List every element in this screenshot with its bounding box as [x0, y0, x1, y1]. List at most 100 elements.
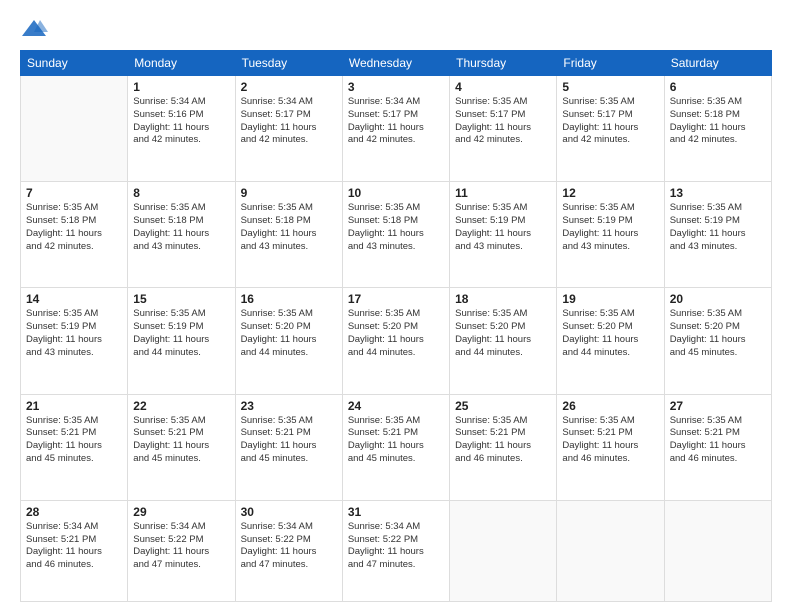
day-number: 9 — [241, 186, 337, 200]
day-cell — [664, 500, 771, 601]
day-number: 25 — [455, 399, 551, 413]
day-number: 18 — [455, 292, 551, 306]
day-info: Sunrise: 5:35 AMSunset: 5:19 PMDaylight:… — [133, 308, 229, 359]
day-info: Sunrise: 5:35 AMSunset: 5:18 PMDaylight:… — [133, 202, 229, 253]
day-info: Sunrise: 5:35 AMSunset: 5:21 PMDaylight:… — [455, 415, 551, 466]
day-cell: 10Sunrise: 5:35 AMSunset: 5:18 PMDayligh… — [342, 182, 449, 288]
day-cell: 31 Sunrise: 5:34 AMSunset: 5:22 PMDayligh… — [342, 500, 449, 601]
day-info: Sunrise: 5:35 AMSunset: 5:18 PMDaylight:… — [26, 202, 122, 253]
day-number: 30 — [241, 505, 337, 519]
week-row-2: 7 Sunrise: 5:35 AMSunset: 5:18 PMDaylight… — [21, 182, 772, 288]
day-cell: 15 Sunrise: 5:35 AMSunset: 5:19 PMDayligh… — [128, 288, 235, 394]
day-info: Sunrise: 5:35 AMSunset: 5:21 PMDaylight:… — [26, 415, 122, 466]
day-info: Sunrise: 5:34 AMSunset: 5:17 PMDaylight:… — [348, 96, 444, 147]
day-number: 24 — [348, 399, 444, 413]
logo-icon — [20, 18, 48, 40]
day-info: Sunrise: 5:35 AMSunset: 5:21 PMDaylight:… — [241, 415, 337, 466]
day-cell: 14 Sunrise: 5:35 AMSunset: 5:19 PMDayligh… — [21, 288, 128, 394]
day-cell: 7 Sunrise: 5:35 AMSunset: 5:18 PMDaylight… — [21, 182, 128, 288]
day-number: 10 — [348, 186, 444, 200]
day-cell: 11 Sunrise: 5:35 AMSunset: 5:19 PMDayligh… — [450, 182, 557, 288]
day-cell: 8 Sunrise: 5:35 AMSunset: 5:18 PMDaylight… — [128, 182, 235, 288]
day-number: 26 — [562, 399, 658, 413]
calendar: SundayMondayTuesdayWednesdayThursdayFrid… — [20, 50, 772, 602]
weekday-header-monday: Monday — [128, 51, 235, 76]
day-number: 14 — [26, 292, 122, 306]
day-number: 13 — [670, 186, 766, 200]
day-cell: 27 Sunrise: 5:35 AMSunset: 5:21 PMDayligh… — [664, 394, 771, 500]
day-number: 8 — [133, 186, 229, 200]
day-cell: 2Sunrise: 5:34 AMSunset: 5:17 PMDaylight… — [235, 76, 342, 182]
day-cell: 18 Sunrise: 5:35 AMSunset: 5:20 PMDayligh… — [450, 288, 557, 394]
day-info: Sunrise: 5:35 AMSunset: 5:19 PMDaylight:… — [455, 202, 551, 253]
day-cell: 22 Sunrise: 5:35 AMSunset: 5:21 PMDayligh… — [128, 394, 235, 500]
day-number: 5 — [562, 80, 658, 94]
day-cell: 3 Sunrise: 5:34 AMSunset: 5:17 PMDaylight… — [342, 76, 449, 182]
day-cell: 17 Sunrise: 5:35 AMSunset: 5:20 PMDayligh… — [342, 288, 449, 394]
day-cell: 24 Sunrise: 5:35 AMSunset: 5:21 PMDayligh… — [342, 394, 449, 500]
day-cell: 20Sunrise: 5:35 AMSunset: 5:20 PMDayligh… — [664, 288, 771, 394]
week-row-4: 21 Sunrise: 5:35 AMSunset: 5:21 PMDayligh… — [21, 394, 772, 500]
weekday-header-tuesday: Tuesday — [235, 51, 342, 76]
day-number: 19 — [562, 292, 658, 306]
day-info: Sunrise: 5:34 AMSunset: 5:21 PMDaylight:… — [26, 521, 122, 572]
week-row-3: 14 Sunrise: 5:35 AMSunset: 5:19 PMDayligh… — [21, 288, 772, 394]
day-cell: 12Sunrise: 5:35 AMSunset: 5:19 PMDayligh… — [557, 182, 664, 288]
day-number: 4 — [455, 80, 551, 94]
day-info: Sunrise: 5:35 AMSunset: 5:18 PMDaylight:… — [670, 96, 766, 147]
day-cell — [557, 500, 664, 601]
day-number: 6 — [670, 80, 766, 94]
day-info: Sunrise: 5:35 AMSunset: 5:20 PMDaylight:… — [670, 308, 766, 359]
day-info: Sunrise: 5:35 AMSunset: 5:20 PMDaylight:… — [241, 308, 337, 359]
day-number: 11 — [455, 186, 551, 200]
weekday-header-row: SundayMondayTuesdayWednesdayThursdayFrid… — [21, 51, 772, 76]
day-info: Sunrise: 5:35 AMSunset: 5:17 PMDaylight:… — [455, 96, 551, 147]
day-number: 29 — [133, 505, 229, 519]
day-number: 16 — [241, 292, 337, 306]
logo-text — [20, 18, 50, 40]
day-number: 7 — [26, 186, 122, 200]
day-cell: 30 Sunrise: 5:34 AMSunset: 5:22 PMDayligh… — [235, 500, 342, 601]
day-number: 1 — [133, 80, 229, 94]
day-cell: 4 Sunrise: 5:35 AMSunset: 5:17 PMDaylight… — [450, 76, 557, 182]
day-info: Sunrise: 5:35 AMSunset: 5:20 PMDaylight:… — [455, 308, 551, 359]
weekday-header-sunday: Sunday — [21, 51, 128, 76]
day-cell: 16 Sunrise: 5:35 AMSunset: 5:20 PMDayligh… — [235, 288, 342, 394]
day-info: Sunrise: 5:34 AMSunset: 5:22 PMDaylight:… — [241, 521, 337, 572]
day-cell: 23 Sunrise: 5:35 AMSunset: 5:21 PMDayligh… — [235, 394, 342, 500]
day-number: 27 — [670, 399, 766, 413]
day-info: Sunrise: 5:35 AMSunset: 5:17 PMDaylight:… — [562, 96, 658, 147]
day-info: Sunrise: 5:34 AMSunset: 5:16 PMDaylight:… — [133, 96, 229, 147]
day-number: 15 — [133, 292, 229, 306]
day-number: 21 — [26, 399, 122, 413]
day-info: Sunrise: 5:35 AMSunset: 5:19 PMDaylight:… — [26, 308, 122, 359]
day-cell: 5 Sunrise: 5:35 AMSunset: 5:17 PMDaylight… — [557, 76, 664, 182]
day-number: 23 — [241, 399, 337, 413]
day-cell: 1 Sunrise: 5:34 AMSunset: 5:16 PMDaylight… — [128, 76, 235, 182]
day-info: Sunrise: 5:35 AMSunset: 5:20 PMDaylight:… — [348, 308, 444, 359]
day-cell: 19Sunrise: 5:35 AMSunset: 5:20 PMDayligh… — [557, 288, 664, 394]
day-cell: 26Sunrise: 5:35 AMSunset: 5:21 PMDayligh… — [557, 394, 664, 500]
day-info: Sunrise: 5:34 AMSunset: 5:22 PMDaylight:… — [348, 521, 444, 572]
weekday-header-wednesday: Wednesday — [342, 51, 449, 76]
day-cell: 9 Sunrise: 5:35 AMSunset: 5:18 PMDaylight… — [235, 182, 342, 288]
header — [20, 18, 772, 40]
week-row-5: 28Sunrise: 5:34 AMSunset: 5:21 PMDayligh… — [21, 500, 772, 601]
day-info: Sunrise: 5:35 AMSunset: 5:18 PMDaylight:… — [241, 202, 337, 253]
day-number: 31 — [348, 505, 444, 519]
day-number: 2 — [241, 80, 337, 94]
day-cell: 21 Sunrise: 5:35 AMSunset: 5:21 PMDayligh… — [21, 394, 128, 500]
day-cell: 28Sunrise: 5:34 AMSunset: 5:21 PMDayligh… — [21, 500, 128, 601]
day-info: Sunrise: 5:35 AMSunset: 5:21 PMDaylight:… — [670, 415, 766, 466]
weekday-header-thursday: Thursday — [450, 51, 557, 76]
day-number: 12 — [562, 186, 658, 200]
day-number: 3 — [348, 80, 444, 94]
day-cell — [21, 76, 128, 182]
weekday-header-friday: Friday — [557, 51, 664, 76]
day-info: Sunrise: 5:35 AMSunset: 5:21 PMDaylight:… — [133, 415, 229, 466]
day-number: 17 — [348, 292, 444, 306]
weekday-header-saturday: Saturday — [664, 51, 771, 76]
day-info: Sunrise: 5:35 AMSunset: 5:21 PMDaylight:… — [348, 415, 444, 466]
day-number: 22 — [133, 399, 229, 413]
day-cell: 25 Sunrise: 5:35 AMSunset: 5:21 PMDayligh… — [450, 394, 557, 500]
